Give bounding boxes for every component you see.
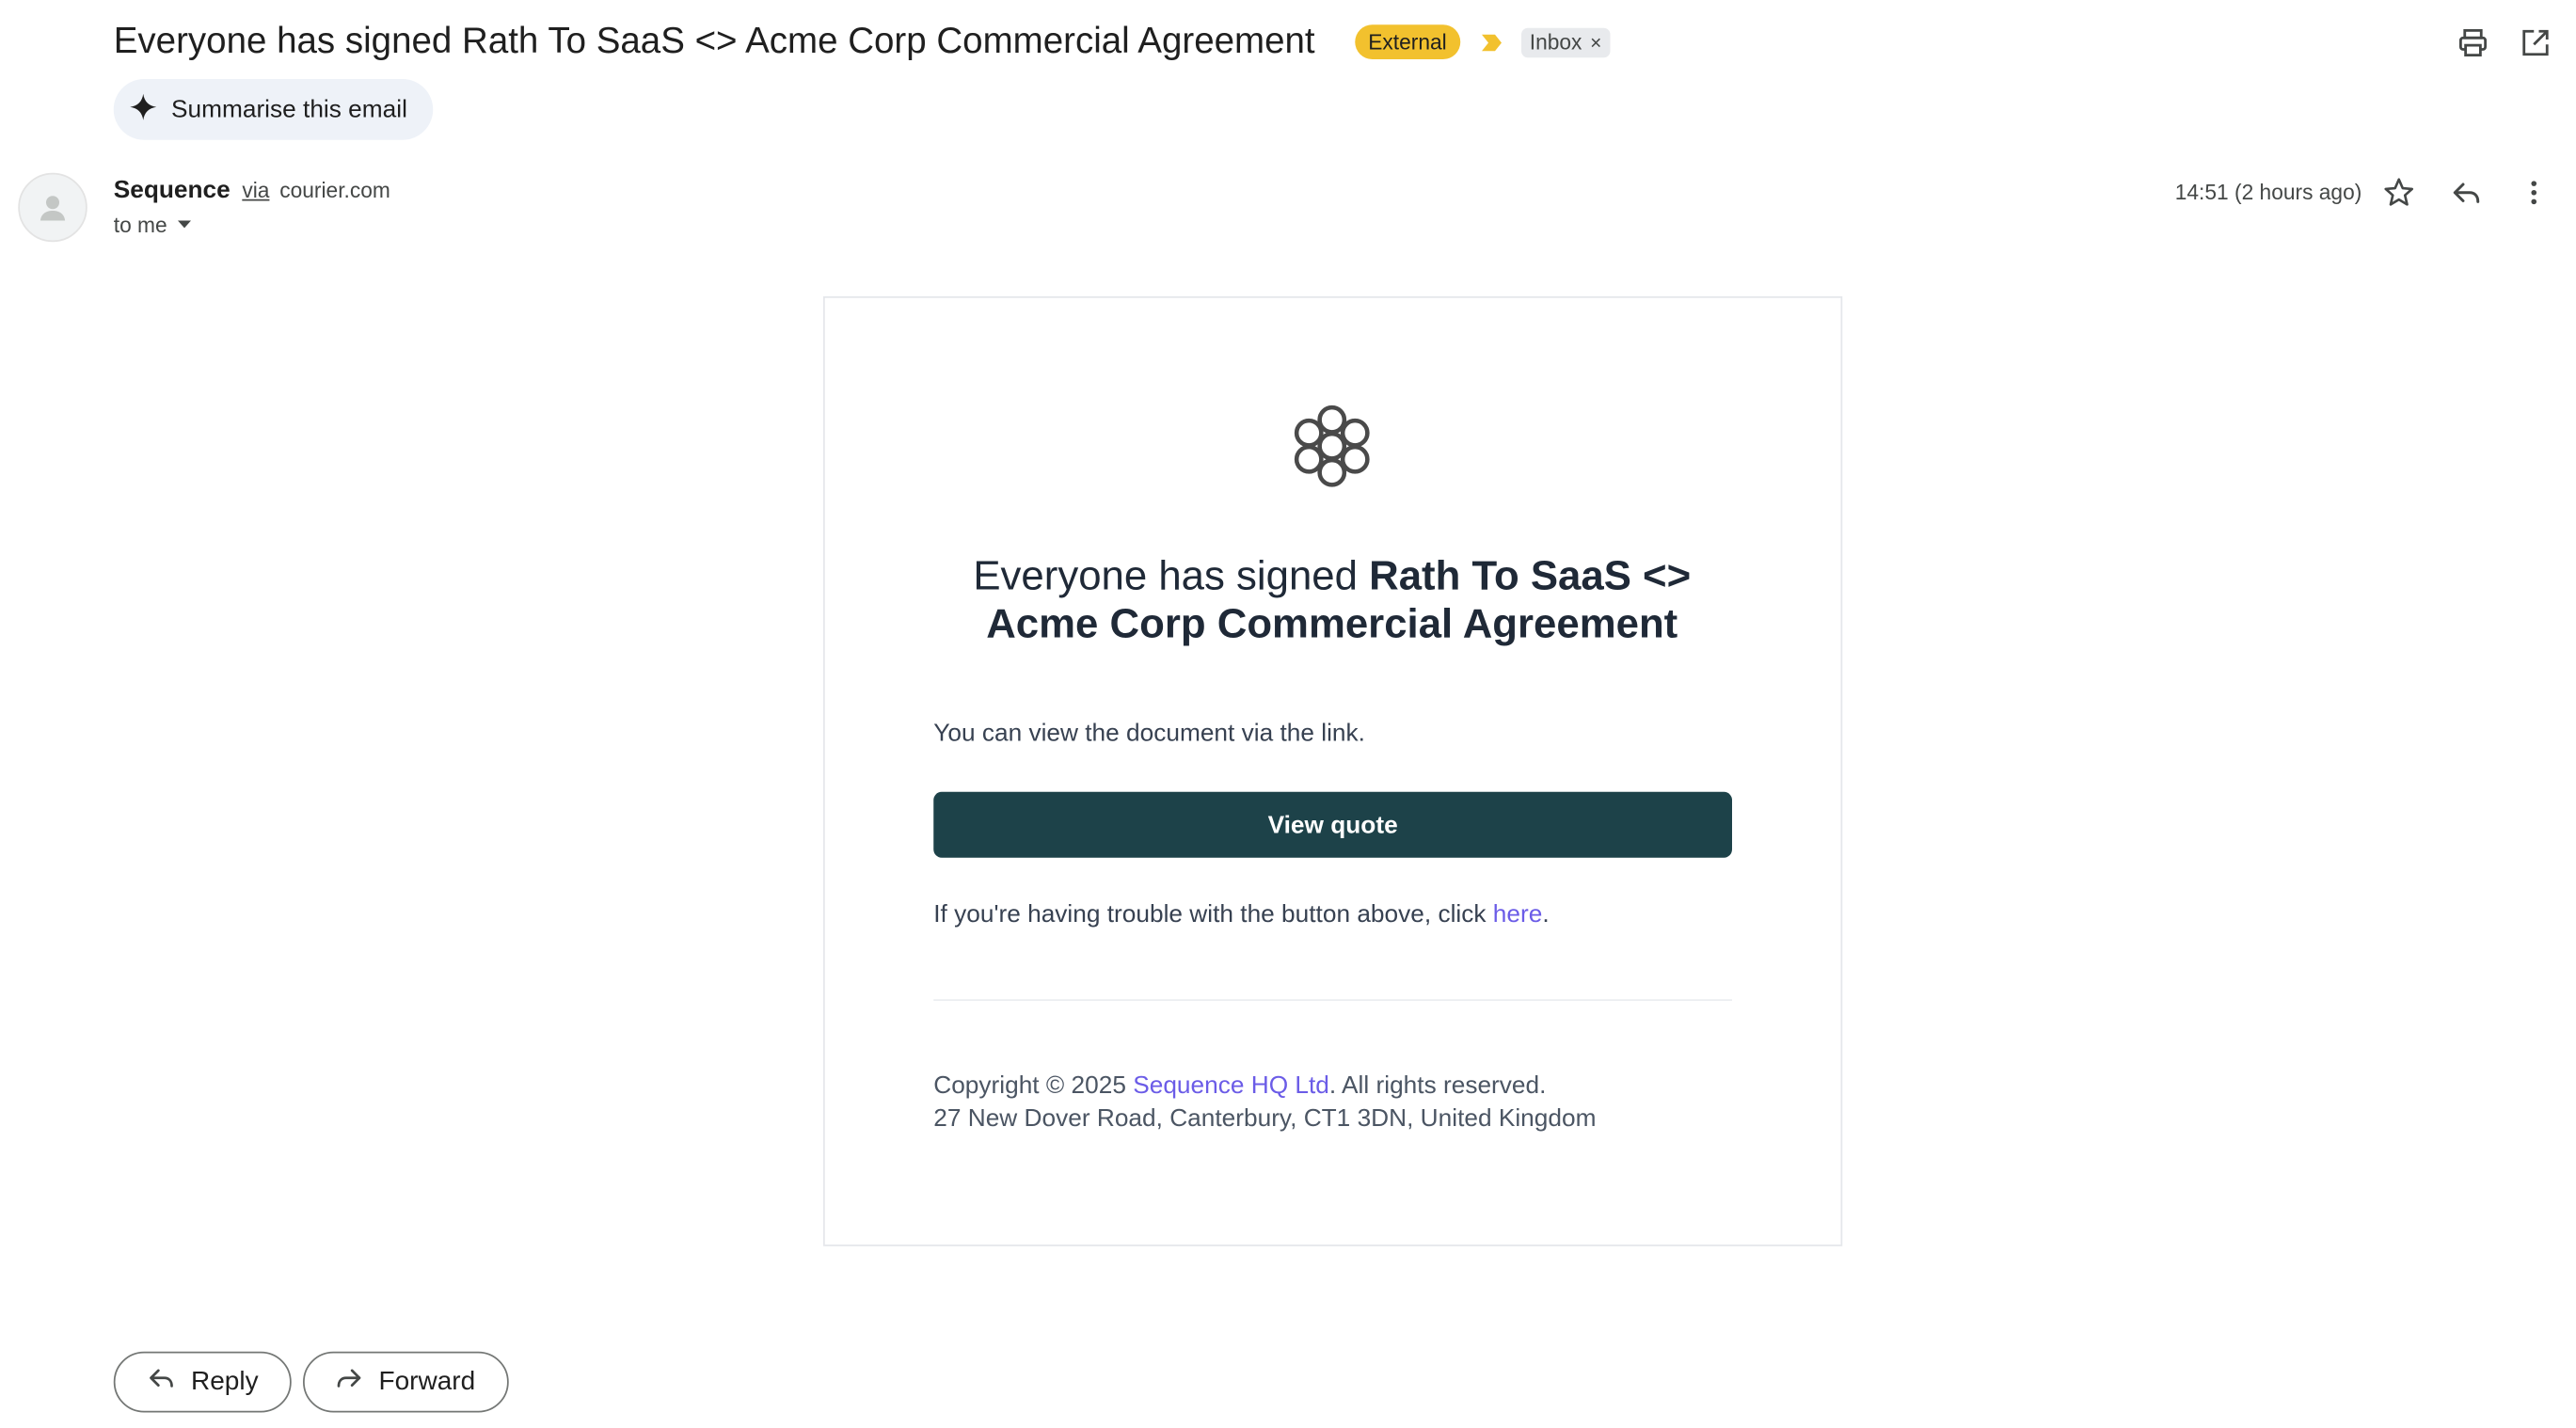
reply-label: Reply bbox=[191, 1367, 259, 1396]
company-link[interactable]: Sequence HQ Ltd bbox=[1133, 1071, 1329, 1100]
fallback-suffix: . bbox=[1542, 900, 1550, 928]
sequence-logo-icon bbox=[1291, 404, 1374, 489]
sender-line: Sequence via courier.com bbox=[114, 175, 390, 208]
copyright-prefix: Copyright © 2025 bbox=[933, 1071, 1134, 1100]
reply-icon[interactable] bbox=[2448, 175, 2485, 212]
sparkle-icon bbox=[130, 92, 157, 126]
star-icon[interactable] bbox=[2381, 175, 2418, 212]
fallback-prefix: If you're having trouble with the button… bbox=[933, 900, 1493, 928]
printer-icon[interactable] bbox=[2455, 24, 2491, 61]
view-quote-button[interactable]: View quote bbox=[933, 791, 1732, 858]
summarise-label: Summarise this email bbox=[171, 95, 407, 124]
inbox-label-chip: Inbox × bbox=[1521, 27, 1611, 58]
remove-label-button[interactable]: × bbox=[1590, 28, 1601, 58]
recipient-details-toggle[interactable]: to me bbox=[114, 211, 192, 241]
sender-domain: courier.com bbox=[279, 178, 390, 203]
email-headline: Everyone has signed Rath To SaaS <> Acme… bbox=[922, 553, 1742, 649]
email-subject: Everyone has signed Rath To SaaS <> Acme… bbox=[113, 20, 1315, 61]
reply-button[interactable]: Reply bbox=[113, 1351, 292, 1413]
company-address: 27 New Dover Road, Canterbury, CT1 3DN, … bbox=[933, 1104, 1597, 1133]
email-view: Everyone has signed Rath To SaaS <> Acme… bbox=[0, 0, 2576, 1427]
forward-button[interactable]: Forward bbox=[303, 1351, 509, 1413]
recipient-text: to me bbox=[113, 212, 167, 237]
inbox-label-text: Inbox bbox=[1529, 29, 1582, 55]
via-link[interactable]: via bbox=[242, 178, 269, 202]
headline-prefix: Everyone has signed bbox=[973, 553, 1370, 599]
copyright-line: Copyright © 2025 Sequence HQ Ltd. All ri… bbox=[933, 1071, 1546, 1103]
avatar[interactable] bbox=[18, 172, 87, 243]
fallback-link[interactable]: here bbox=[1493, 900, 1543, 928]
more-options-icon[interactable] bbox=[2516, 175, 2552, 212]
forward-arrow-icon bbox=[334, 1363, 364, 1401]
sender-name[interactable]: Sequence bbox=[114, 176, 231, 204]
importance-marker-icon[interactable] bbox=[1479, 30, 1505, 56]
divider bbox=[933, 999, 1732, 1001]
reply-arrow-icon bbox=[147, 1363, 177, 1401]
external-badge: External bbox=[1355, 24, 1460, 59]
caret-down-icon bbox=[175, 211, 192, 241]
copyright-suffix: . All rights reserved. bbox=[1328, 1071, 1547, 1100]
forward-label: Forward bbox=[378, 1367, 476, 1396]
email-timestamp: 14:51 (2 hours ago) bbox=[2174, 179, 2362, 204]
email-body-text: You can view the document via the link. bbox=[933, 719, 1365, 748]
fallback-link-text: If you're having trouble with the button… bbox=[933, 899, 1549, 932]
summarise-email-button[interactable]: Summarise this email bbox=[113, 79, 434, 140]
open-in-new-window-icon[interactable] bbox=[2518, 24, 2554, 61]
